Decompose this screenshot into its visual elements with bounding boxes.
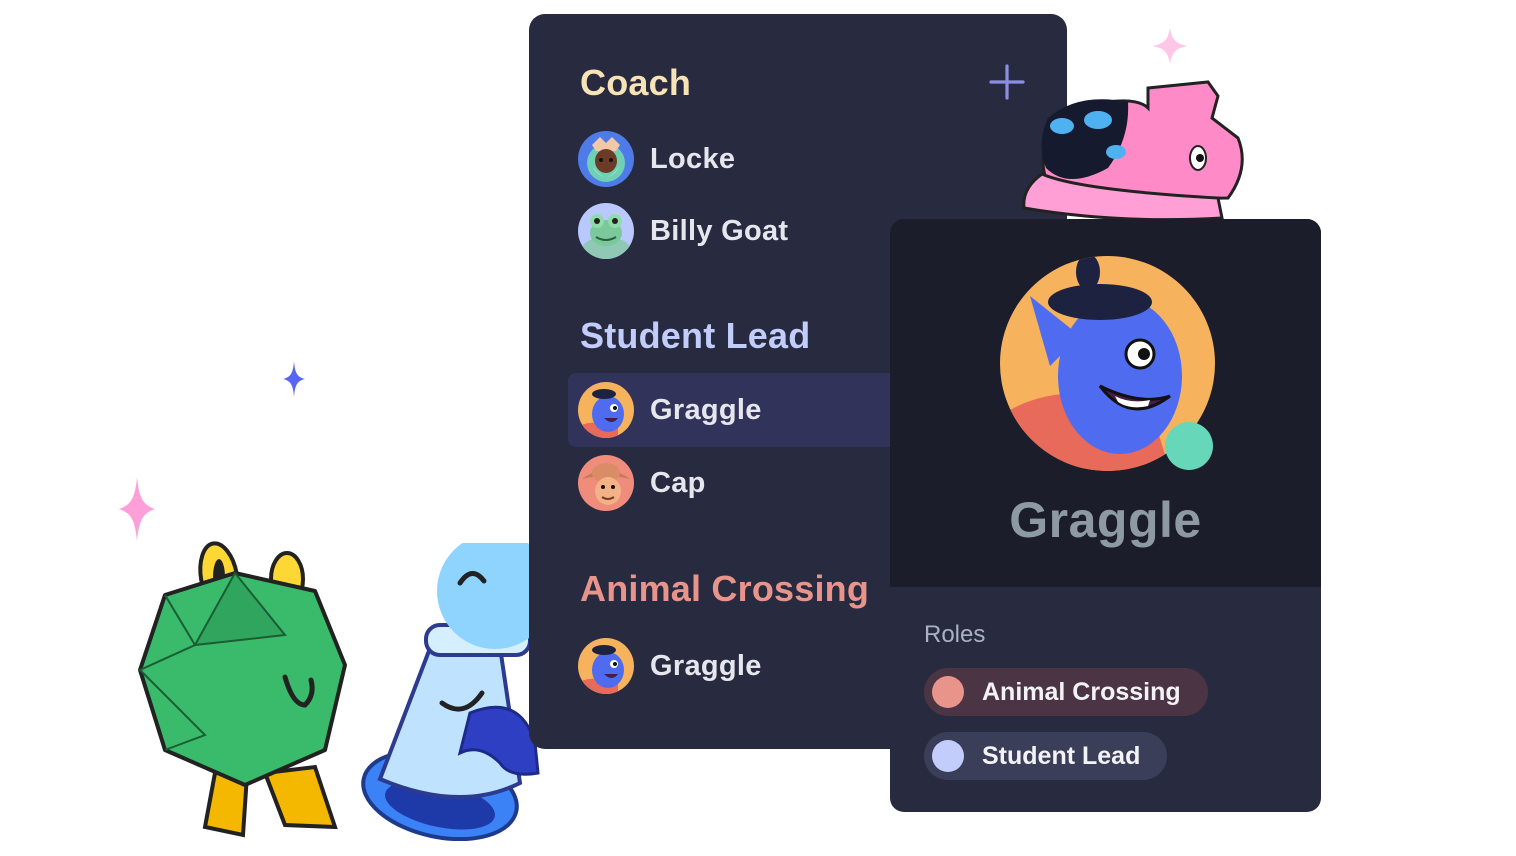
member-row-locke[interactable]: Locke (568, 122, 1068, 196)
frog-avatar (578, 203, 634, 259)
roles-heading: Roles (924, 621, 986, 648)
member-name: Locke (650, 142, 736, 175)
role-color-dot (932, 740, 964, 772)
dice-character-illustration (138, 541, 347, 838)
role-pill-animal-crossing[interactable]: Animal Crossing (924, 668, 1208, 716)
sneaker-character-illustration (1022, 80, 1244, 222)
role-group-title: Coach (580, 62, 692, 103)
cowboy-avatar (578, 455, 634, 511)
sparkle-icon (1152, 28, 1188, 64)
role-color-dot (932, 676, 964, 708)
member-name: Cap (650, 466, 706, 499)
sparkle-icon (119, 477, 155, 541)
pawn-character-illustration (361, 543, 553, 841)
role-pill-student-lead[interactable]: Student Lead (924, 732, 1168, 780)
online-status-indicator (1165, 422, 1213, 470)
role-label: Student Lead (982, 741, 1141, 770)
member-name: Graggle (650, 393, 762, 426)
member-name: Billy Goat (650, 214, 789, 247)
genie-avatar (578, 638, 634, 694)
member-name: Graggle (650, 649, 762, 682)
illustration-stage: Coach Locke Billy Goat Student Lead Grag… (0, 0, 1516, 856)
role-label: Animal Crossing (982, 677, 1181, 706)
role-group-title: Student Lead (580, 315, 811, 356)
profile-name: Graggle (1009, 492, 1202, 548)
sparkle-icon (283, 361, 305, 397)
old-man-avatar (578, 131, 634, 187)
profile-card: Graggle Roles Animal Crossing Student Le… (890, 219, 1321, 812)
profile-header: Graggle (890, 219, 1321, 587)
genie-avatar (578, 382, 634, 438)
role-group-title: Animal Crossing (580, 568, 870, 609)
